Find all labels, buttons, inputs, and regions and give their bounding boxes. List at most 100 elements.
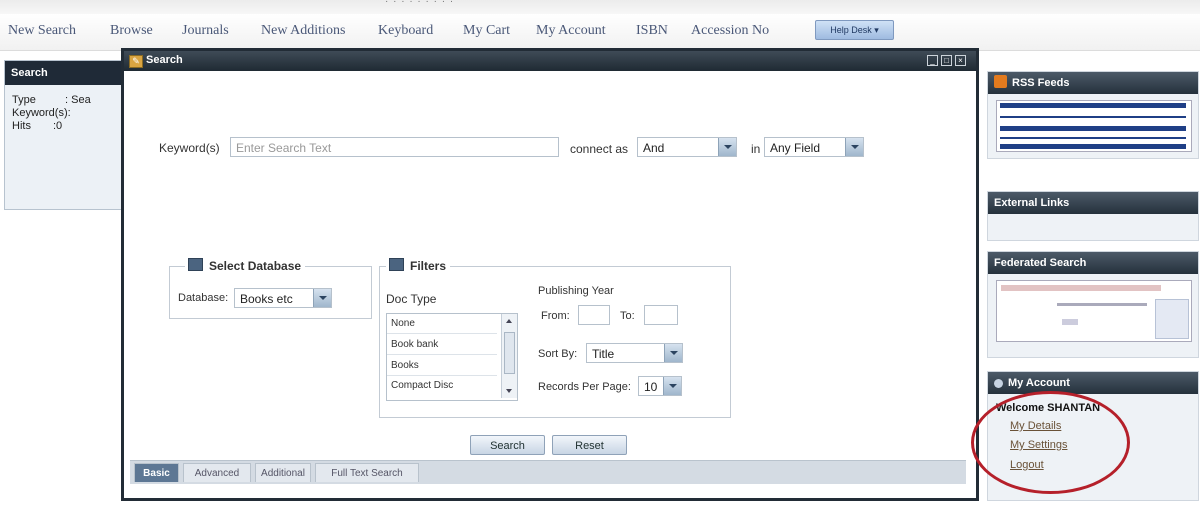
connect-as-label: connect as bbox=[570, 142, 629, 156]
search-dialog: ✎ Search _ □ × Keyword(s) Enter Search T… bbox=[121, 48, 979, 501]
rss-bar bbox=[1000, 137, 1186, 139]
hits-value: :0 bbox=[53, 120, 63, 132]
chevron-down-icon bbox=[313, 289, 331, 307]
sort-by-value: Title bbox=[592, 347, 615, 361]
filters-title: Filters bbox=[410, 259, 447, 273]
from-label: From: bbox=[541, 310, 570, 322]
minimize-icon[interactable]: _ bbox=[927, 55, 938, 66]
tab-additional[interactable]: Additional bbox=[255, 463, 311, 482]
nav-isbn[interactable]: ISBN bbox=[636, 23, 668, 39]
preview-banner bbox=[1001, 285, 1161, 291]
keyword-placeholder: Enter Search Text bbox=[236, 141, 332, 155]
tab-basic[interactable]: Basic bbox=[134, 463, 179, 482]
list-divider bbox=[387, 375, 497, 376]
help-desk-label: Help Desk bbox=[830, 25, 872, 35]
scroll-up-icon[interactable] bbox=[506, 319, 512, 323]
rss-bar bbox=[1000, 103, 1186, 108]
nav-browse[interactable]: Browse bbox=[110, 23, 153, 39]
dialog-title: Search bbox=[146, 54, 183, 66]
rss-bar bbox=[1000, 116, 1186, 118]
close-icon[interactable]: × bbox=[955, 55, 966, 66]
publishing-year-label: Publishing Year bbox=[538, 285, 614, 297]
doc-type-scrollbar[interactable] bbox=[501, 314, 517, 398]
federated-search-box: Federated Search bbox=[987, 251, 1199, 358]
rss-feeds-header: RSS Feeds bbox=[988, 72, 1198, 94]
records-per-page-label: Records Per Page: bbox=[538, 381, 631, 393]
doc-type-item[interactable]: Book bank bbox=[391, 339, 438, 350]
list-divider bbox=[387, 333, 497, 334]
field-select[interactable]: Any Field bbox=[764, 137, 864, 157]
doc-type-item[interactable]: Compact Disc bbox=[391, 380, 453, 391]
rss-feed-preview[interactable] bbox=[996, 100, 1192, 152]
database-label: Database: bbox=[178, 292, 229, 304]
sort-by-label: Sort By: bbox=[538, 348, 578, 360]
sort-by-select[interactable]: Title bbox=[586, 343, 683, 363]
doc-type-label: Doc Type bbox=[386, 292, 437, 306]
keyword-input[interactable]: Enter Search Text bbox=[230, 137, 559, 157]
connect-as-select[interactable]: And bbox=[637, 137, 737, 157]
scroll-down-icon[interactable] bbox=[506, 389, 512, 393]
tab-advanced[interactable]: Advanced bbox=[183, 463, 251, 482]
nav-new-additions[interactable]: New Additions bbox=[261, 23, 345, 39]
main-nav: New Search Browse Journals New Additions… bbox=[0, 14, 1200, 51]
chevron-down-icon bbox=[663, 377, 681, 395]
doc-type-item[interactable]: None bbox=[391, 318, 415, 329]
search-button[interactable]: Search bbox=[470, 435, 545, 455]
dialog-titlebar[interactable]: ✎ Search _ □ × bbox=[124, 51, 976, 71]
cropped-banner-text: · · · · · · · · · bbox=[385, 0, 455, 7]
preview-sidebar bbox=[1155, 299, 1189, 339]
nav-accession-no[interactable]: Accession No bbox=[691, 23, 769, 39]
rss-feeds-box: RSS Feeds bbox=[987, 71, 1199, 159]
chevron-down-icon bbox=[845, 138, 863, 156]
keyword-label: Keyword(s) bbox=[159, 141, 220, 155]
select-database-legend: Select Database bbox=[185, 258, 306, 273]
records-per-page-value: 10 bbox=[644, 380, 658, 394]
doc-type-item[interactable]: Books bbox=[391, 360, 419, 371]
preview-line bbox=[1057, 303, 1147, 306]
help-desk-button[interactable]: Help Desk ▾ bbox=[815, 20, 894, 40]
connect-as-value: And bbox=[643, 141, 665, 155]
nav-new-search[interactable]: New Search bbox=[8, 23, 76, 39]
type-value: : Sea bbox=[65, 94, 91, 106]
records-per-page-select[interactable]: 10 bbox=[638, 376, 682, 396]
rss-bar bbox=[1000, 144, 1186, 149]
filters-legend: Filters bbox=[386, 258, 451, 273]
federated-search-preview[interactable] bbox=[996, 280, 1192, 342]
annotation-circle bbox=[971, 391, 1130, 494]
nav-my-cart[interactable]: My Cart bbox=[463, 23, 510, 39]
database-icon bbox=[188, 258, 203, 271]
list-divider bbox=[387, 354, 497, 355]
search-summary-title: Search bbox=[5, 61, 123, 85]
tab-full-text-search[interactable]: Full Text Search bbox=[315, 463, 419, 482]
federated-search-header: Federated Search bbox=[988, 252, 1198, 274]
year-from-input[interactable] bbox=[578, 305, 610, 325]
rss-feeds-title: RSS Feeds bbox=[1012, 77, 1070, 89]
scroll-thumb[interactable] bbox=[504, 332, 515, 374]
hits-label: Hits bbox=[12, 120, 31, 132]
nav-keyboard[interactable]: Keyboard bbox=[378, 23, 433, 39]
to-label: To: bbox=[620, 310, 635, 322]
keywords-label: Keyword(s): bbox=[12, 107, 71, 119]
database-select[interactable]: Books etc bbox=[234, 288, 332, 308]
maximize-icon[interactable]: □ bbox=[941, 55, 952, 66]
my-account-title: My Account bbox=[1008, 377, 1070, 389]
top-strip: · · · · · · · · · bbox=[0, 0, 1200, 14]
type-label: Type bbox=[12, 94, 36, 106]
field-value: Any Field bbox=[770, 141, 821, 155]
filter-icon bbox=[389, 258, 404, 271]
select-database-title: Select Database bbox=[209, 259, 302, 273]
search-window-icon: ✎ bbox=[129, 55, 143, 68]
in-label: in bbox=[751, 142, 761, 156]
rss-bar bbox=[1000, 126, 1186, 131]
preview-button bbox=[1062, 319, 1078, 325]
nav-journals[interactable]: Journals bbox=[182, 23, 229, 39]
doc-type-list[interactable]: None Book bank Books Compact Disc bbox=[386, 313, 518, 401]
external-links-box: External Links bbox=[987, 191, 1199, 241]
year-to-input[interactable] bbox=[644, 305, 678, 325]
search-summary-panel: Search Type : Sea Keyword(s): Hits :0 bbox=[4, 60, 124, 210]
chevron-down-icon bbox=[664, 344, 682, 362]
search-tabs: Basic Advanced Additional Full Text Sear… bbox=[130, 460, 966, 484]
user-icon bbox=[994, 379, 1003, 388]
nav-my-account[interactable]: My Account bbox=[536, 23, 606, 39]
reset-button[interactable]: Reset bbox=[552, 435, 627, 455]
